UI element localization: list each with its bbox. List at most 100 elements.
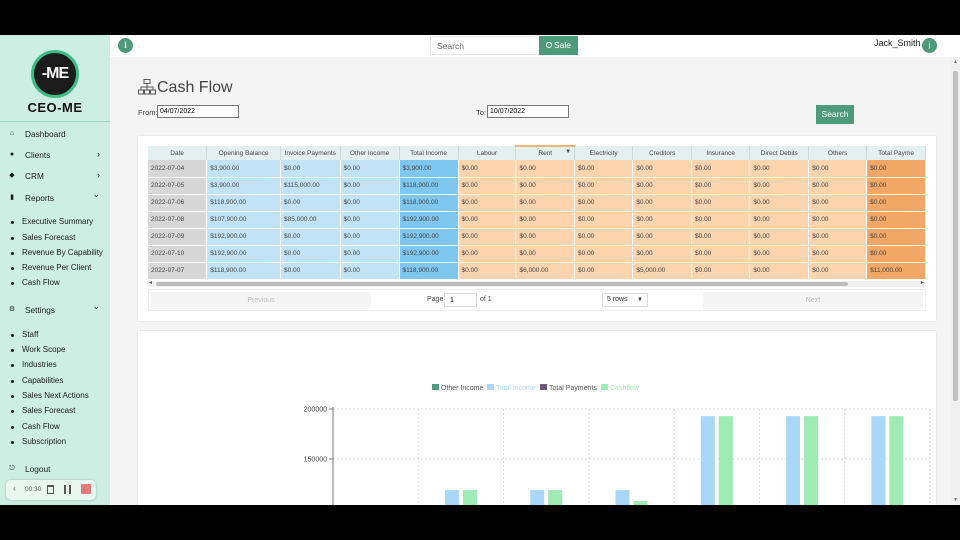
sidebar-subitem-work-scope[interactable]: Work Scope xyxy=(0,344,110,358)
table-row[interactable]: 2022-07-10 $192,900.00 $0.00 $0.00 $192,900.… xyxy=(148,245,926,263)
bar-cashflow[interactable] xyxy=(804,416,819,505)
table-cell: $0.00 xyxy=(808,245,868,263)
sale-button-label: Sale xyxy=(553,40,571,50)
to-date-input[interactable] xyxy=(487,105,569,118)
bar-total-income[interactable] xyxy=(444,490,459,505)
bullet-icon xyxy=(11,410,14,413)
bullet-icon xyxy=(11,395,14,398)
column-header[interactable]: Invoice Payments xyxy=(280,146,341,160)
table-row[interactable]: 2022-07-06 $118,900.00 $0.00 $0.00 $118,900.… xyxy=(148,194,926,212)
horizontal-scrollbar[interactable]: ◂ ▸ xyxy=(148,279,926,287)
bar-cashflow[interactable] xyxy=(889,416,904,505)
bullet-icon xyxy=(11,221,14,224)
sidebar-item-crm[interactable]: ◆ CRM › xyxy=(0,169,110,185)
table-row[interactable]: 2022-07-08 $107,900.00 $85,000.00 $0.00 $192… xyxy=(148,211,926,229)
legend-label[interactable]: Other Income xyxy=(441,385,484,392)
avatar[interactable]: j xyxy=(922,38,937,53)
pause-icon[interactable] xyxy=(64,485,71,494)
global-search-input[interactable] xyxy=(430,36,540,55)
column-header[interactable]: Total Payme xyxy=(866,146,926,160)
bar-cashflow[interactable] xyxy=(633,501,648,505)
chevron-right-icon: › xyxy=(97,149,100,159)
bar-total-income[interactable] xyxy=(700,416,715,505)
bar-total-income[interactable] xyxy=(530,490,545,505)
table-row[interactable]: 2022-07-07 $118,900.00 $0.00 $0.00 $118,900.… xyxy=(148,262,926,280)
column-header[interactable]: Opening Balance xyxy=(206,146,281,160)
filter-icon[interactable]: ▼ xyxy=(565,149,571,155)
sidebar-subitem-sales-forecast[interactable]: Sales Forecast xyxy=(0,232,110,246)
sidebar-item-reports[interactable]: ▮ Reports ⌄ xyxy=(0,189,110,207)
page-number-input[interactable] xyxy=(444,293,477,307)
column-header[interactable]: Total Income xyxy=(399,146,459,160)
collapse-icon[interactable]: ‹ xyxy=(13,484,16,493)
sidebar-item-dashboard[interactable]: ⌂ Dashboard xyxy=(0,127,110,143)
legend-swatch[interactable] xyxy=(432,384,439,390)
sidebar-subitem-subscription[interactable]: Subscription xyxy=(0,436,110,450)
rows-per-page-select[interactable]: 5 rows ▼ xyxy=(602,293,648,307)
sidebar-item-settings[interactable]: ⚙ Settings ⌄ xyxy=(0,301,110,319)
legend-swatch[interactable] xyxy=(601,384,608,390)
bar-cashflow[interactable] xyxy=(462,490,477,505)
column-header[interactable]: Date xyxy=(148,146,208,160)
sidebar-subitem-capabilities[interactable]: Capabilities xyxy=(0,375,110,389)
reports-icon: ▮ xyxy=(10,194,14,201)
info-icon[interactable]: i xyxy=(118,38,133,53)
bar-total-income[interactable] xyxy=(615,490,630,505)
column-header[interactable]: Creditors xyxy=(632,146,692,160)
sidebar-subitem-revenue-per-client[interactable]: Revenue Per Client xyxy=(0,262,110,276)
legend-swatch[interactable] xyxy=(540,384,547,390)
sidebar-subitem-cash-flow[interactable]: Cash Flow xyxy=(0,277,110,291)
bar-cashflow[interactable] xyxy=(548,490,563,505)
sidebar-subitem-staff[interactable]: Staff xyxy=(0,329,110,343)
column-header[interactable]: Electricity xyxy=(574,146,634,160)
scroll-right-icon[interactable]: ▸ xyxy=(921,279,924,286)
column-header[interactable]: Labour xyxy=(458,146,517,160)
sale-search-button[interactable]: Sale xyxy=(539,36,578,55)
column-header[interactable]: Insurance xyxy=(691,146,751,160)
scrollbar-thumb[interactable] xyxy=(156,282,848,286)
column-header[interactable]: Other Income xyxy=(340,146,400,160)
username[interactable]: Jack_Smith xyxy=(874,38,921,48)
sidebar-subitem-label: Sales Next Actions xyxy=(22,391,89,400)
bar-cashflow[interactable] xyxy=(718,416,733,505)
brand-logo[interactable]: -ME xyxy=(31,50,79,98)
trash-icon[interactable] xyxy=(47,485,54,494)
sidebar-subitem-sales-next-actions[interactable]: Sales Next Actions xyxy=(0,390,110,404)
sidebar-subitem-cash-flow-settings[interactable]: Cash Flow xyxy=(0,421,110,435)
scroll-up-icon[interactable]: ▲ xyxy=(953,59,958,65)
from-date-input[interactable] xyxy=(157,105,239,118)
table-cell: $0.00 xyxy=(866,160,926,178)
column-header[interactable]: Rent ▼ xyxy=(515,145,576,160)
table-cell: 2022-07-04 xyxy=(148,160,208,178)
table-row[interactable]: 2022-07-04 $3,900.00 $0.00 $0.00 $3,900.00 $0… xyxy=(148,160,926,178)
sidebar-subitem-sales-forecast-settings[interactable]: Sales Forecast xyxy=(0,405,110,419)
sidebar-item-logout[interactable]: ⎋ Logout xyxy=(0,462,110,478)
column-header[interactable]: Others xyxy=(808,146,868,160)
table-cell: $192,900.00 xyxy=(399,228,459,246)
previous-page-button[interactable]: Previous xyxy=(151,292,371,309)
cashflow-table: Date Opening Balance Invoice Payments Other… xyxy=(148,145,926,280)
sidebar-item-clients[interactable]: ● Clients › xyxy=(0,148,110,164)
sidebar-subitem-executive-summary[interactable]: Executive Summary xyxy=(0,216,110,230)
scroll-left-icon[interactable]: ◂ xyxy=(149,279,152,286)
page-scrollbar[interactable]: ▲ ▼ xyxy=(951,57,960,505)
sidebar-subitem-revenue-by-capability[interactable]: Revenue By Capability xyxy=(0,247,110,261)
scrollbar-thumb[interactable] xyxy=(953,71,958,401)
legend-label[interactable]: Cashflow xyxy=(610,385,640,392)
column-header[interactable]: Direct Debits xyxy=(749,146,810,160)
bar-total-income[interactable] xyxy=(871,416,886,505)
sidebar-subitem-industries[interactable]: Industries xyxy=(0,359,110,373)
legend-label[interactable]: Total Income xyxy=(496,385,536,392)
stop-icon[interactable] xyxy=(81,484,91,494)
search-button[interactable]: Search xyxy=(816,105,854,124)
table-cell: $0.00 xyxy=(866,194,926,212)
column-header-label: Direct Debits xyxy=(760,149,798,157)
scroll-down-icon[interactable]: ▼ xyxy=(953,497,958,503)
next-page-button[interactable]: Next xyxy=(703,292,923,309)
legend-label[interactable]: Total Payments xyxy=(549,385,597,392)
bar-total-income[interactable] xyxy=(786,416,801,505)
table-row[interactable]: 2022-07-09 $192,900.00 $0.00 $0.00 $192,900.… xyxy=(148,228,926,246)
legend-swatch[interactable] xyxy=(487,384,494,390)
table-row[interactable]: 2022-07-05 $3,900.00 $115,000.00 $0.00 $118,… xyxy=(148,177,926,195)
sidebar-subitem-label: Work Scope xyxy=(22,345,66,354)
